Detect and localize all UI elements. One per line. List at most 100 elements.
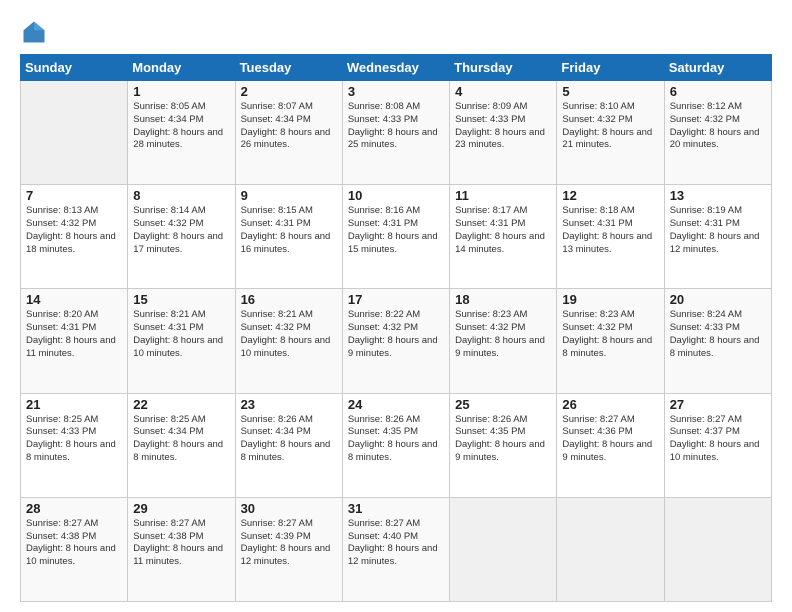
day-number: 4 [455,84,551,99]
day-number: 10 [348,188,444,203]
cell-info: Sunrise: 8:05 AMSunset: 4:34 PMDaylight:… [133,101,229,152]
day-number: 13 [670,188,766,203]
cell-info: Sunrise: 8:22 AMSunset: 4:32 PMDaylight:… [348,309,444,360]
day-cell: 16 Sunrise: 8:21 AMSunset: 4:32 PMDayligh… [235,289,342,393]
day-number: 30 [241,501,337,516]
day-cell: 25Sunrise: 8:26 AMSunset: 4:35 PMDayligh… [450,393,557,497]
day-number: 8 [133,188,229,203]
day-number: 21 [26,397,122,412]
day-number: 18 [455,292,551,307]
logo-icon [20,18,48,46]
cell-info: Sunrise: 8:21 AMSunset: 4:31 PMDaylight:… [133,309,229,360]
cell-info: Sunrise: 8:19 AMSunset: 4:31 PMDaylight:… [670,205,766,256]
week-row-4: 28Sunrise: 8:27 AMSunset: 4:38 PMDayligh… [21,497,772,601]
day-number: 5 [562,84,658,99]
day-number: 22 [133,397,229,412]
cell-info: Sunrise: 8:15 AMSunset: 4:31 PMDaylight:… [241,205,337,256]
day-number: 17 [348,292,444,307]
cell-info: Sunrise: 8:16 AMSunset: 4:31 PMDaylight:… [348,205,444,256]
day-cell: 5 Sunrise: 8:10 AMSunset: 4:32 PMDaylight… [557,81,664,185]
day-cell: 28Sunrise: 8:27 AMSunset: 4:38 PMDayligh… [21,497,128,601]
day-cell [664,497,771,601]
day-cell: 4 Sunrise: 8:09 AMSunset: 4:33 PMDaylight… [450,81,557,185]
cell-info: Sunrise: 8:09 AMSunset: 4:33 PMDaylight:… [455,101,551,152]
day-number: 2 [241,84,337,99]
day-cell: 13 Sunrise: 8:19 AMSunset: 4:31 PMDayligh… [664,185,771,289]
day-number: 15 [133,292,229,307]
cell-info: Sunrise: 8:27 AMSunset: 4:37 PMDaylight:… [670,414,766,465]
day-number: 27 [670,397,766,412]
day-cell: 8 Sunrise: 8:14 AMSunset: 4:32 PMDaylight… [128,185,235,289]
day-header-monday: Monday [128,55,235,81]
day-cell: 15 Sunrise: 8:21 AMSunset: 4:31 PMDayligh… [128,289,235,393]
cell-info: Sunrise: 8:24 AMSunset: 4:33 PMDaylight:… [670,309,766,360]
day-cell: 6Sunrise: 8:12 AMSunset: 4:32 PMDaylight… [664,81,771,185]
cell-info: Sunrise: 8:20 AMSunset: 4:31 PMDaylight:… [26,309,122,360]
cell-info: Sunrise: 8:17 AMSunset: 4:31 PMDaylight:… [455,205,551,256]
day-cell: 7Sunrise: 8:13 AMSunset: 4:32 PMDaylight… [21,185,128,289]
page: SundayMondayTuesdayWednesdayThursdayFrid… [0,0,792,612]
day-header-sunday: Sunday [21,55,128,81]
day-cell: 26 Sunrise: 8:27 AMSunset: 4:36 PMDayligh… [557,393,664,497]
logo [20,18,52,46]
cell-info: Sunrise: 8:23 AMSunset: 4:32 PMDaylight:… [455,309,551,360]
day-cell: 14Sunrise: 8:20 AMSunset: 4:31 PMDayligh… [21,289,128,393]
day-cell: 2Sunrise: 8:07 AMSunset: 4:34 PMDaylight… [235,81,342,185]
cell-info: Sunrise: 8:27 AMSunset: 4:39 PMDaylight:… [241,518,337,569]
day-cell: 12 Sunrise: 8:18 AMSunset: 4:31 PMDayligh… [557,185,664,289]
day-cell: 10 Sunrise: 8:16 AMSunset: 4:31 PMDayligh… [342,185,449,289]
cell-info: Sunrise: 8:27 AMSunset: 4:40 PMDaylight:… [348,518,444,569]
cell-info: Sunrise: 8:27 AMSunset: 4:36 PMDaylight:… [562,414,658,465]
day-header-friday: Friday [557,55,664,81]
day-cell: 18 Sunrise: 8:23 AMSunset: 4:32 PMDayligh… [450,289,557,393]
cell-info: Sunrise: 8:08 AMSunset: 4:33 PMDaylight:… [348,101,444,152]
cell-info: Sunrise: 8:13 AMSunset: 4:32 PMDaylight:… [26,205,122,256]
day-cell: 1 Sunrise: 8:05 AMSunset: 4:34 PMDaylight… [128,81,235,185]
calendar-header: SundayMondayTuesdayWednesdayThursdayFrid… [21,55,772,81]
day-header-wednesday: Wednesday [342,55,449,81]
cell-info: Sunrise: 8:18 AMSunset: 4:31 PMDaylight:… [562,205,658,256]
day-number: 20 [670,292,766,307]
day-cell: 11 Sunrise: 8:17 AMSunset: 4:31 PMDayligh… [450,185,557,289]
week-row-0: 1 Sunrise: 8:05 AMSunset: 4:34 PMDaylight… [21,81,772,185]
day-cell: 19Sunrise: 8:23 AMSunset: 4:32 PMDayligh… [557,289,664,393]
day-number: 3 [348,84,444,99]
day-cell: 22 Sunrise: 8:25 AMSunset: 4:34 PMDayligh… [128,393,235,497]
cell-info: Sunrise: 8:25 AMSunset: 4:34 PMDaylight:… [133,414,229,465]
cell-info: Sunrise: 8:25 AMSunset: 4:33 PMDaylight:… [26,414,122,465]
day-number: 1 [133,84,229,99]
day-number: 9 [241,188,337,203]
day-number: 28 [26,501,122,516]
cell-info: Sunrise: 8:26 AMSunset: 4:34 PMDaylight:… [241,414,337,465]
day-number: 23 [241,397,337,412]
day-cell: 29Sunrise: 8:27 AMSunset: 4:38 PMDayligh… [128,497,235,601]
week-row-3: 21 Sunrise: 8:25 AMSunset: 4:33 PMDayligh… [21,393,772,497]
day-cell: 9 Sunrise: 8:15 AMSunset: 4:31 PMDaylight… [235,185,342,289]
cell-info: Sunrise: 8:21 AMSunset: 4:32 PMDaylight:… [241,309,337,360]
cell-info: Sunrise: 8:26 AMSunset: 4:35 PMDaylight:… [455,414,551,465]
day-number: 16 [241,292,337,307]
day-cell: 31 Sunrise: 8:27 AMSunset: 4:40 PMDayligh… [342,497,449,601]
day-cell: 27 Sunrise: 8:27 AMSunset: 4:37 PMDayligh… [664,393,771,497]
cell-info: Sunrise: 8:12 AMSunset: 4:32 PMDaylight:… [670,101,766,152]
day-cell [450,497,557,601]
header-row: SundayMondayTuesdayWednesdayThursdayFrid… [21,55,772,81]
day-header-tuesday: Tuesday [235,55,342,81]
cell-info: Sunrise: 8:26 AMSunset: 4:35 PMDaylight:… [348,414,444,465]
day-number: 11 [455,188,551,203]
day-cell [557,497,664,601]
cell-info: Sunrise: 8:14 AMSunset: 4:32 PMDaylight:… [133,205,229,256]
day-number: 12 [562,188,658,203]
day-number: 24 [348,397,444,412]
calendar: SundayMondayTuesdayWednesdayThursdayFrid… [20,54,772,602]
day-cell: 17 Sunrise: 8:22 AMSunset: 4:32 PMDayligh… [342,289,449,393]
cell-info: Sunrise: 8:10 AMSunset: 4:32 PMDaylight:… [562,101,658,152]
day-number: 31 [348,501,444,516]
day-number: 19 [562,292,658,307]
week-row-1: 7Sunrise: 8:13 AMSunset: 4:32 PMDaylight… [21,185,772,289]
day-cell: 20 Sunrise: 8:24 AMSunset: 4:33 PMDayligh… [664,289,771,393]
day-number: 29 [133,501,229,516]
day-cell: 23 Sunrise: 8:26 AMSunset: 4:34 PMDayligh… [235,393,342,497]
day-number: 26 [562,397,658,412]
day-cell [21,81,128,185]
